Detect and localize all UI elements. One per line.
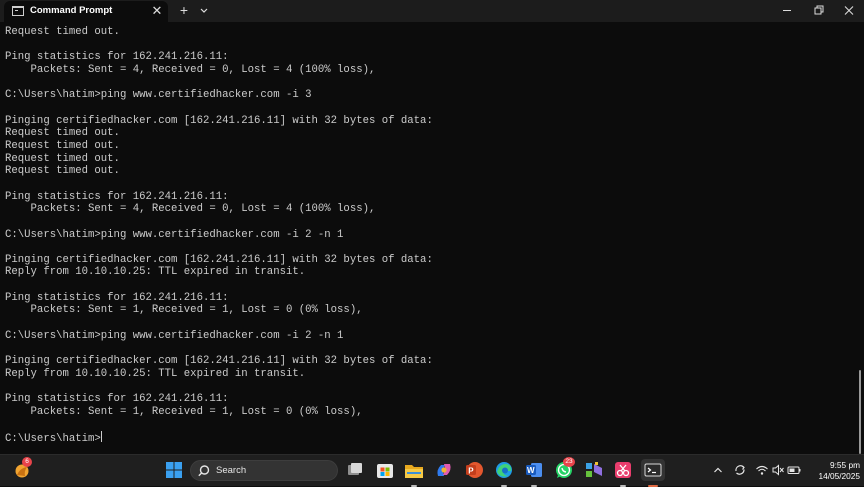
terminal-line: Pinging certifiedhacker.com [162.241.216… <box>5 114 433 127</box>
clock[interactable]: 9:55 pm 14/05/2025 <box>804 460 860 482</box>
svg-text:P: P <box>468 466 474 475</box>
terminal-line: C:\Users\hatim>ping www.certifiedhacker.… <box>5 89 312 102</box>
scrollbar-thumb[interactable] <box>859 370 861 454</box>
terminal-line: Pinging certifiedhacker.com [162.241.216… <box>5 355 433 368</box>
tab-title: Command Prompt <box>30 5 113 16</box>
close-icon <box>844 6 854 15</box>
terminal-line: C:\Users\hatim>ping www.certifiedhacker.… <box>5 228 344 241</box>
show-hidden-icons-button[interactable] <box>711 463 725 477</box>
search-icon <box>198 465 210 477</box>
snipping-tool-icon <box>615 462 631 478</box>
taskbar-search[interactable]: Search <box>190 460 338 481</box>
visual-studio-icon <box>586 462 602 477</box>
terminal-line: Request timed out. <box>5 139 120 152</box>
powerpoint-icon: P <box>466 462 483 478</box>
edge-icon <box>496 462 512 478</box>
restore-icon <box>814 5 824 15</box>
terminal-line: Packets: Sent = 1, Received = 1, Lost = … <box>5 405 363 418</box>
terminal-line: Packets: Sent = 1, Received = 1, Lost = … <box>5 304 363 317</box>
word-icon: W <box>526 463 542 477</box>
terminal-line: Ping statistics for 162.241.216.11: <box>5 190 229 203</box>
clock-date: 14/05/2025 <box>818 471 860 481</box>
terminal-line: Pinging certifiedhacker.com [162.241.216… <box>5 253 433 266</box>
chevron-up-icon <box>714 467 722 473</box>
minimize-button[interactable] <box>772 0 802 21</box>
terminal-line: Ping statistics for 162.241.216.11: <box>5 51 229 64</box>
terminal-line: Ping statistics for 162.241.216.11: <box>5 291 229 304</box>
terminal-icon <box>644 463 662 477</box>
terminal-text: Request timed out. Ping statistics for 1… <box>0 22 858 446</box>
tab-dropdown-button[interactable] <box>196 1 212 19</box>
weather-widget[interactable]: 6 <box>11 457 33 481</box>
svg-text:W: W <box>527 466 535 475</box>
terminal-line: C:\Users\hatim>ping www.certifiedhacker.… <box>5 329 344 342</box>
snipping-tool-button[interactable] <box>612 459 634 487</box>
copilot-button[interactable] <box>433 459 455 481</box>
powerpoint-button[interactable]: P <box>463 459 485 481</box>
prompt-line[interactable]: C:\Users\hatim> <box>5 431 102 445</box>
edge-button[interactable] <box>493 459 515 487</box>
restore-button[interactable] <box>803 0 833 21</box>
volume-tray-button[interactable] <box>771 463 785 477</box>
volume-muted-icon <box>772 464 784 476</box>
terminal-line: Reply from 10.10.10.25: TTL expired in t… <box>5 266 306 279</box>
microsoft-store-button[interactable] <box>374 459 396 481</box>
tab-command-prompt[interactable]: Command Prompt ✕ <box>4 1 168 22</box>
terminal-line: Request timed out. <box>5 127 120 140</box>
start-button[interactable] <box>163 459 185 481</box>
terminal-line: Ping statistics for 162.241.216.11: <box>5 393 229 406</box>
weather-badge: 6 <box>22 457 32 467</box>
taskbar: 6 Search P W 23 9:55 pm 14/05/2025 <box>0 454 864 487</box>
file-explorer-icon <box>405 465 423 478</box>
visual-studio-button[interactable] <box>583 459 605 481</box>
copilot-icon <box>437 464 451 476</box>
title-bar: Command Prompt ✕ + <box>0 0 864 22</box>
minimize-icon <box>783 10 791 11</box>
close-button[interactable] <box>834 0 864 21</box>
text-cursor <box>100 431 102 442</box>
wifi-icon <box>756 465 768 475</box>
console-icon <box>12 6 24 16</box>
task-view-icon <box>348 463 362 475</box>
wifi-tray-button[interactable] <box>755 463 769 477</box>
whatsapp-badge: 23 <box>563 457 575 467</box>
terminal-line: Reply from 10.10.10.25: TTL expired in t… <box>5 367 306 380</box>
sync-tray-button[interactable] <box>733 463 747 477</box>
terminal-button[interactable] <box>641 459 665 487</box>
terminal-line: Packets: Sent = 4, Received = 0, Lost = … <box>5 63 376 76</box>
tab-close-button[interactable]: ✕ <box>150 3 164 19</box>
word-button[interactable]: W <box>523 459 545 487</box>
scrollbar[interactable] <box>857 22 864 454</box>
terminal-line: Request timed out. <box>5 165 120 178</box>
task-view-button[interactable] <box>344 459 366 481</box>
whatsapp-button[interactable]: 23 <box>553 457 575 481</box>
search-placeholder: Search <box>216 465 247 476</box>
windows-start-icon <box>166 462 182 478</box>
chevron-down-icon <box>200 8 208 13</box>
microsoft-store-icon <box>377 464 393 478</box>
battery-tray-button[interactable] <box>787 463 801 477</box>
new-tab-button[interactable]: + <box>176 1 192 19</box>
terminal-output[interactable]: Request timed out. Ping statistics for 1… <box>0 22 858 454</box>
clock-time: 9:55 pm <box>830 460 860 470</box>
battery-icon <box>787 466 801 474</box>
terminal-line: Request timed out. <box>5 152 120 165</box>
prompt: C:\Users\hatim> <box>5 433 101 445</box>
file-explorer-button[interactable] <box>403 459 425 487</box>
terminal-line: Request timed out. <box>5 26 120 38</box>
sync-icon <box>735 465 745 475</box>
terminal-line: Packets: Sent = 4, Received = 0, Lost = … <box>5 203 376 216</box>
